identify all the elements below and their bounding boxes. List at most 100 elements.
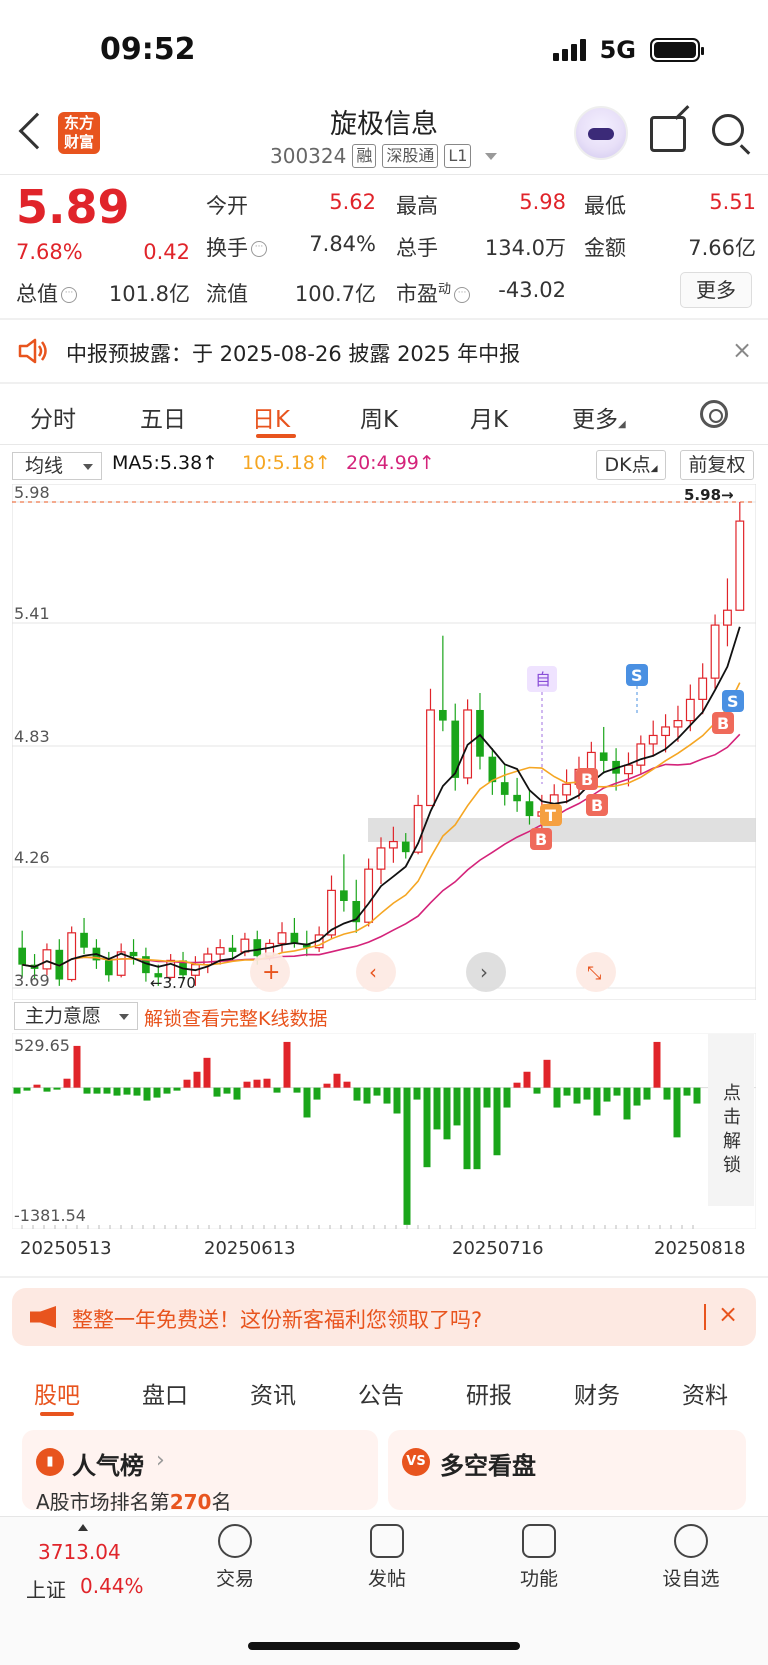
close-icon[interactable]: ×	[732, 336, 752, 364]
candle	[673, 719, 683, 728]
vchart-ymax: 529.65	[14, 1036, 70, 1055]
force-bar	[653, 1041, 661, 1088]
speaker-icon	[18, 338, 47, 364]
force-bar	[473, 1087, 481, 1170]
tab-orderbook[interactable]: 盘口	[142, 1376, 188, 1410]
index-value[interactable]: 3713.04	[38, 1540, 121, 1564]
force-bar	[373, 1087, 381, 1096]
tab-five-day[interactable]: 五日	[140, 400, 186, 434]
force-bar	[223, 1087, 231, 1094]
force-bar	[623, 1087, 631, 1120]
max-price-label: 5.98→	[684, 486, 734, 504]
force-bar	[463, 1087, 471, 1170]
force-bar	[293, 1087, 301, 1093]
nav-trade[interactable]: 交易	[180, 1524, 290, 1591]
chart-icon: ▮	[36, 1448, 64, 1476]
tab-forum[interactable]: 股吧	[34, 1376, 80, 1410]
tab-weekly-k[interactable]: 周K	[360, 400, 398, 434]
ma20-value: 20:4.99↑	[346, 452, 435, 474]
candle	[67, 932, 77, 981]
svg-text:B: B	[717, 714, 729, 733]
more-button[interactable]: 更多	[680, 272, 752, 308]
candle	[104, 960, 113, 976]
y-tick-label: 4.26	[14, 848, 50, 867]
index-name[interactable]: 上证	[26, 1574, 66, 1603]
tab-intraday[interactable]: 分时	[30, 400, 76, 434]
tab-profile[interactable]: 资料	[682, 1376, 728, 1410]
candlestick-chart[interactable]: 5.98 5.41 4.83 4.26 3.69 5.98→ ←3.70 自 T B B…	[12, 484, 756, 1000]
candle	[80, 932, 88, 948]
index-change[interactable]: 0.44%	[80, 1574, 144, 1598]
force-bar	[493, 1087, 501, 1156]
svg-text:B: B	[591, 796, 603, 815]
promo-text[interactable]: 整整一年免费送！这份新客福利您领取了吗?	[72, 1304, 482, 1334]
candle	[364, 868, 374, 923]
divider	[0, 1276, 768, 1278]
total-cap-value: 101.8亿	[108, 282, 190, 306]
svg-text:+: +	[262, 960, 280, 985]
candle	[710, 624, 720, 679]
main-force-chart: 529.65 -1381.54	[12, 1033, 756, 1229]
tab-research[interactable]: 研报	[466, 1376, 512, 1410]
force-bar	[363, 1087, 371, 1104]
force-bar	[103, 1087, 111, 1094]
active-tab-indicator	[256, 434, 296, 438]
tab-daily-k[interactable]: 日K	[252, 400, 290, 434]
candle	[525, 801, 534, 817]
unlock-side-text[interactable]: 点击解锁	[720, 1082, 744, 1178]
force-bar	[13, 1087, 21, 1094]
force-bar	[553, 1087, 561, 1108]
tab-more[interactable]: 更多◢	[572, 400, 626, 434]
force-bar	[573, 1087, 581, 1104]
current-price: 5.89	[16, 180, 130, 234]
svg-text:‹: ‹	[369, 960, 377, 984]
candle	[439, 709, 447, 721]
search-icon[interactable]	[712, 114, 744, 146]
tab-news[interactable]: 资讯	[250, 1376, 296, 1410]
high-value: 5.98	[519, 190, 566, 214]
candle	[599, 752, 608, 761]
divider	[0, 174, 768, 175]
ai-assistant-icon[interactable]	[574, 106, 628, 160]
force-bar	[453, 1087, 461, 1126]
notice-text[interactable]: 中报预披露：于 2025-08-26 披露 2025 年中报	[66, 338, 520, 368]
nav-post[interactable]: 发帖	[332, 1524, 442, 1591]
change-percent: 7.68%	[16, 240, 83, 264]
candle	[426, 709, 435, 807]
candle	[376, 847, 386, 870]
candle	[340, 890, 348, 901]
force-bar	[353, 1087, 361, 1101]
candle	[513, 794, 521, 802]
ma10-value: 10:5.18↑	[242, 452, 331, 474]
nav-functions[interactable]: 功能	[484, 1524, 594, 1591]
stock-code-row[interactable]: 300324 融 深股通 L1	[270, 144, 498, 168]
nav-add-watchlist[interactable]: 设自选	[636, 1524, 746, 1591]
force-bar	[393, 1087, 401, 1114]
tab-financials[interactable]: 财务	[574, 1376, 620, 1410]
tab-announcements[interactable]: 公告	[358, 1376, 404, 1410]
pe-label: 市盈动 ···	[396, 278, 471, 308]
close-icon[interactable]: ×	[718, 1300, 738, 1328]
share-icon[interactable]	[650, 116, 686, 152]
force-bar	[323, 1083, 331, 1088]
grid-icon	[522, 1524, 556, 1558]
date-label: 20250513	[20, 1238, 112, 1259]
yen-icon	[218, 1524, 252, 1558]
unlock-link[interactable]: 解锁查看完整K线数据	[144, 1004, 327, 1031]
vs-icon: VS	[402, 1448, 430, 1476]
more-dots-icon	[674, 1524, 708, 1558]
indicator-select[interactable]: 主力意愿	[14, 1002, 138, 1030]
dk-point-button[interactable]: DK点◢	[596, 450, 666, 480]
tab-monthly-k[interactable]: 月K	[470, 400, 508, 434]
date-label: 20250716	[452, 1238, 544, 1259]
force-bar	[443, 1087, 451, 1140]
candle	[290, 932, 299, 944]
triangle-up-icon	[78, 1524, 88, 1531]
high-label: 最高	[396, 194, 438, 218]
gear-icon[interactable]	[700, 400, 728, 428]
chevron-down-icon[interactable]	[485, 152, 498, 160]
ma-select[interactable]: 均线	[12, 452, 102, 480]
force-bar	[123, 1087, 131, 1095]
adjust-button[interactable]: 前复权	[680, 450, 754, 480]
vchart-ymin: -1381.54	[14, 1206, 86, 1225]
